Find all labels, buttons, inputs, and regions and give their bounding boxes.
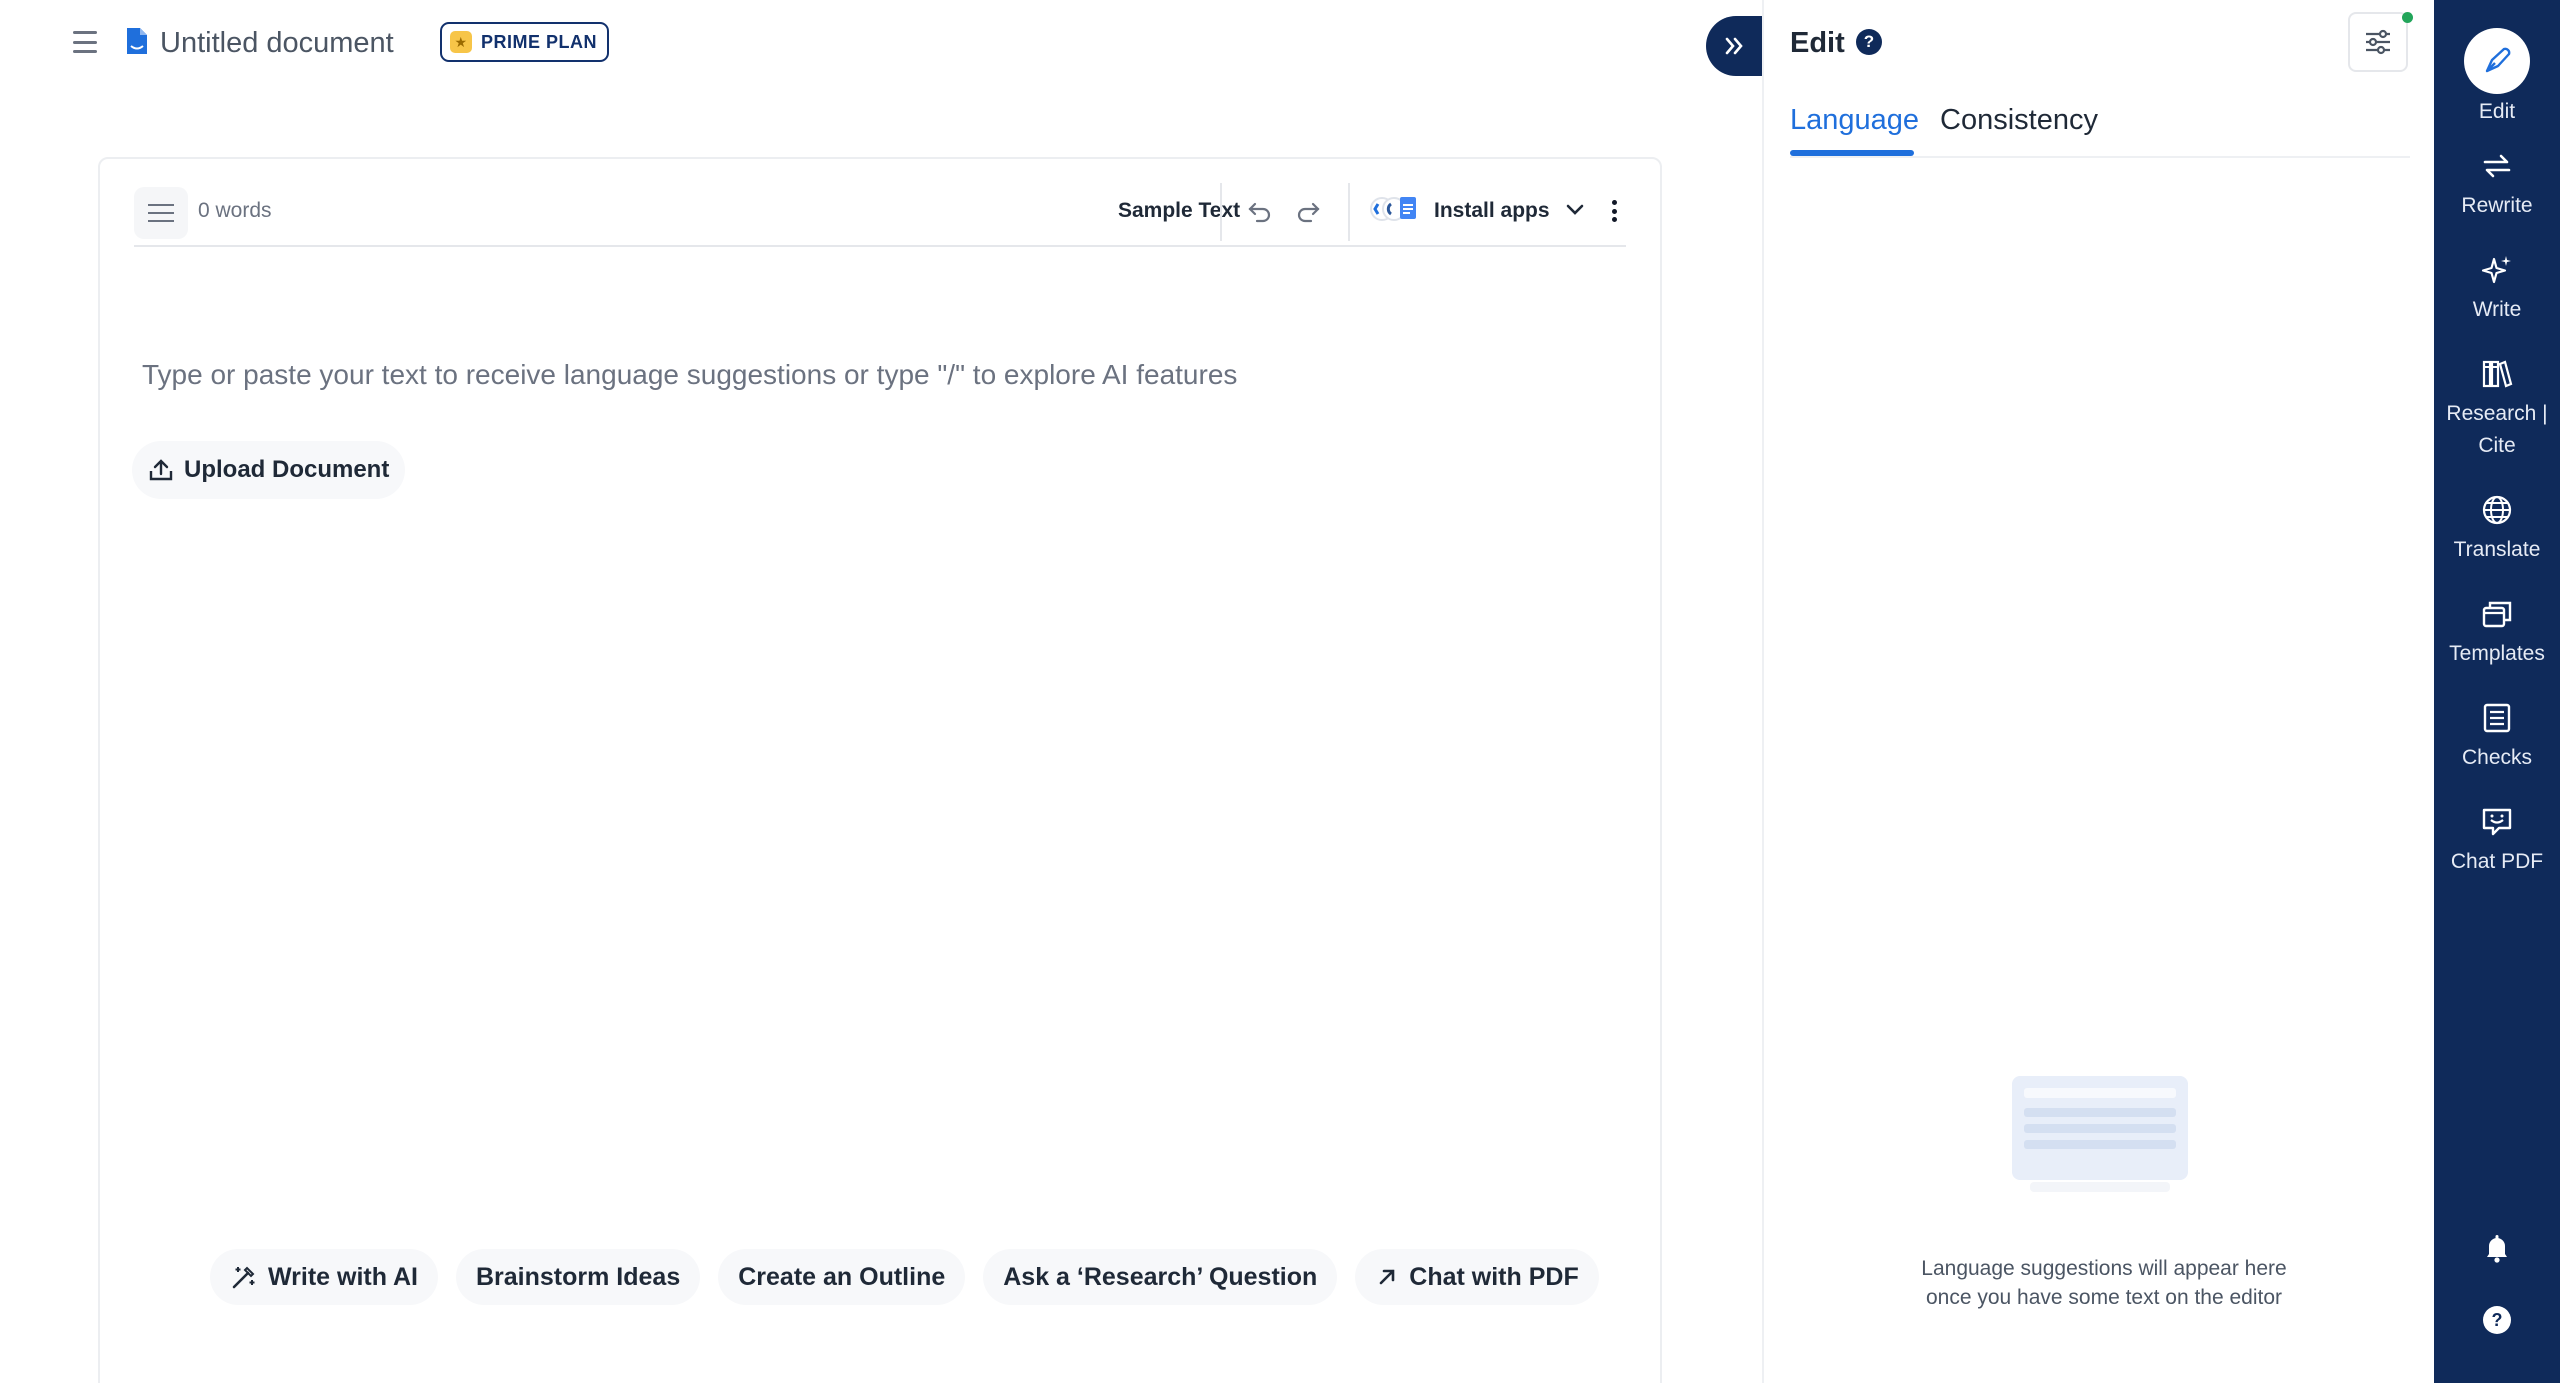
arrow-up-right-icon xyxy=(1379,1269,1395,1285)
pen-nib-icon xyxy=(2464,28,2530,94)
status-indicator-dot xyxy=(2402,12,2413,23)
templates-icon xyxy=(2477,594,2517,634)
redo-icon[interactable] xyxy=(1290,193,1326,229)
document-icon xyxy=(127,28,147,54)
sidebar-item-write[interactable]: Write xyxy=(2434,250,2560,326)
bell-icon[interactable] xyxy=(2434,1232,2560,1264)
sparkle-icon xyxy=(2477,250,2517,290)
quick-action-label: Create an Outline xyxy=(738,1262,946,1291)
help-circle-icon[interactable]: ? xyxy=(2434,1304,2560,1336)
prime-plan-badge[interactable]: ★ PRIME PLAN xyxy=(440,22,610,62)
sidebar-item-rewrite[interactable]: Rewrite xyxy=(2434,146,2560,222)
double-chevron-right-icon xyxy=(1725,37,1743,55)
svg-text:?: ? xyxy=(2492,1310,2503,1330)
sliders-icon xyxy=(2366,29,2390,55)
sidebar-item-label: Write xyxy=(2472,298,2522,321)
create-outline-button[interactable]: Create an Outline xyxy=(718,1249,966,1305)
magic-wand-icon xyxy=(232,1266,255,1289)
editor-placeholder[interactable]: Type or paste your text to receive langu… xyxy=(142,359,1237,391)
sidebar-item-label: Checks xyxy=(2461,746,2533,769)
editor-toolbar: 0 words Sample Text Install apps xyxy=(134,179,1626,247)
sidebar-item-edit[interactable]: Edit xyxy=(2434,28,2560,128)
sidebar-item-checks[interactable]: Checks xyxy=(2434,698,2560,774)
sidebar-item-chat-pdf[interactable]: Chat PDF xyxy=(2434,802,2560,878)
chevron-down-icon[interactable] xyxy=(1562,197,1588,223)
toolbar-divider xyxy=(1220,183,1222,241)
star-icon: ★ xyxy=(450,31,472,53)
sidebar-item-label-line: Cite xyxy=(2478,434,2516,457)
sidebar-item-label-line: Research | xyxy=(2446,402,2548,425)
globe-icon xyxy=(2477,490,2517,530)
tool-sidebar: Edit Rewrite Write Research | Cite Trans… xyxy=(2434,0,2560,1383)
sidebar-item-translate[interactable]: Translate xyxy=(2434,490,2560,566)
ask-research-question-button[interactable]: Ask a ‘Research’ Question xyxy=(983,1249,1338,1305)
rewrite-arrows-icon xyxy=(2477,146,2517,186)
quick-action-label: Chat with PDF xyxy=(1409,1262,1579,1291)
document-title[interactable]: Untitled document xyxy=(160,26,394,60)
collapse-panel-button[interactable] xyxy=(1706,16,1762,76)
quick-action-label: Brainstorm Ideas xyxy=(476,1262,681,1291)
sidebar-item-templates[interactable]: Templates xyxy=(2434,594,2560,670)
upload-document-label: Upload Document xyxy=(184,456,390,483)
sidebar-item-label: Research | Cite xyxy=(2446,398,2547,462)
panel-header: Edit ? xyxy=(1764,0,2434,86)
write-with-ai-button[interactable]: Write with AI xyxy=(210,1249,438,1305)
install-apps-button[interactable]: Install apps xyxy=(1434,199,1550,223)
sidebar-item-label: Edit xyxy=(2478,100,2516,123)
toolbar-divider xyxy=(1348,183,1350,241)
quick-actions: Write with AI Brainstorm Ideas Create an… xyxy=(210,1249,1599,1305)
quick-action-label: Ask a ‘Research’ Question xyxy=(1003,1262,1318,1291)
panel-tabs: Language Consistency xyxy=(1790,96,2410,158)
word-count: 0 words xyxy=(198,199,272,222)
upload-document-button[interactable]: Upload Document xyxy=(132,441,406,499)
empty-state-line: once you have some text on the editor xyxy=(1925,1286,2283,1309)
sidebar-item-research-cite[interactable]: Research | Cite xyxy=(2434,354,2560,462)
upload-icon xyxy=(149,459,173,481)
empty-state-illustration xyxy=(2012,1076,2188,1192)
sidebar-item-label: Translate xyxy=(2453,538,2541,561)
undo-icon[interactable] xyxy=(1242,193,1278,229)
outline-list-icon[interactable] xyxy=(134,187,188,239)
chat-with-pdf-button[interactable]: Chat with PDF xyxy=(1355,1249,1599,1305)
plan-badge-label: PRIME PLAN xyxy=(481,31,598,52)
tab-language[interactable]: Language xyxy=(1790,104,1919,137)
settings-sliders-button[interactable] xyxy=(2348,12,2408,72)
hamburger-menu-icon[interactable] xyxy=(70,28,100,56)
quick-action-label: Write with AI xyxy=(268,1262,418,1291)
active-tab-indicator xyxy=(1790,150,1914,156)
help-icon[interactable]: ? xyxy=(1856,29,1882,55)
sidebar-item-label: Chat PDF xyxy=(2450,850,2544,873)
sidebar-item-label: Rewrite xyxy=(2461,194,2533,217)
brainstorm-ideas-button[interactable]: Brainstorm Ideas xyxy=(456,1249,701,1305)
panel-title: Edit xyxy=(1790,27,1845,59)
checklist-icon xyxy=(2477,698,2517,738)
editor-card: 0 words Sample Text Install apps Type or… xyxy=(98,157,1662,1383)
sidebar-item-label: Templates xyxy=(2449,642,2545,665)
top-bar: Untitled document ★ PRIME PLAN xyxy=(0,0,1700,86)
empty-state-message: Language suggestions will appear here on… xyxy=(1824,1254,2384,1312)
books-icon xyxy=(2477,354,2517,394)
more-options-icon[interactable] xyxy=(1604,197,1624,225)
suggestions-panel: Edit ? Language Consistency Language sug… xyxy=(1762,0,2434,1383)
app-integrations-icon xyxy=(1370,197,1416,221)
empty-state-line: Language suggestions will appear here xyxy=(1921,1257,2287,1280)
chat-bubble-icon xyxy=(2477,802,2517,842)
tab-consistency[interactable]: Consistency xyxy=(1940,104,2098,137)
